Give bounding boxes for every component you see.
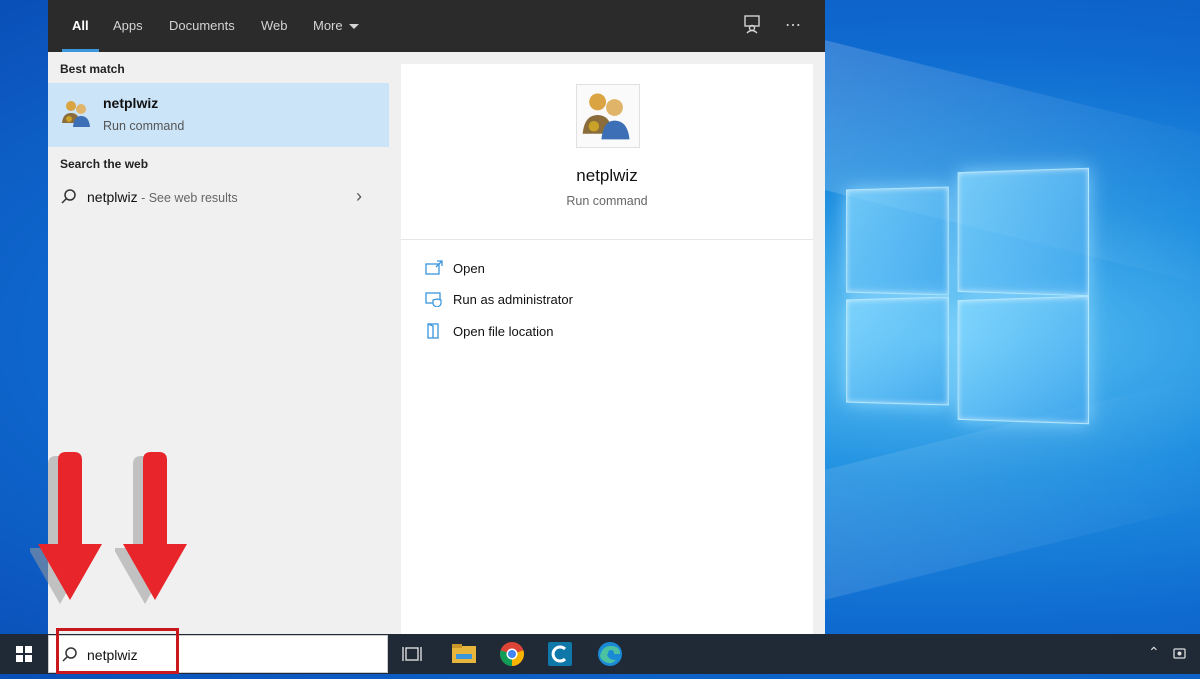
tab-more[interactable]: More bbox=[313, 0, 359, 52]
detail-title: netplwiz bbox=[401, 166, 813, 186]
app-icon[interactable] bbox=[546, 640, 574, 668]
best-match-header: Best match bbox=[60, 62, 125, 76]
tab-more-label: More bbox=[313, 18, 343, 33]
search-tabs-bar: All Apps Documents Web More ⋯ bbox=[48, 0, 825, 52]
logo-pane bbox=[958, 296, 1089, 425]
open-action-label: Open bbox=[453, 261, 485, 276]
results-list: Best match netplwiz Run command Search t… bbox=[48, 52, 389, 634]
task-view-icon[interactable] bbox=[398, 640, 426, 668]
detail-subtitle: Run command bbox=[401, 194, 813, 208]
tab-web[interactable]: Web bbox=[261, 0, 288, 52]
edge-icon[interactable] bbox=[596, 640, 624, 668]
windows-desktop-logo bbox=[842, 170, 1088, 420]
windows-start-icon bbox=[0, 634, 48, 674]
feedback-icon[interactable] bbox=[740, 14, 764, 38]
web-result-query: netplwiz bbox=[87, 189, 138, 205]
shield-window-icon bbox=[425, 291, 443, 307]
best-match-title: netplwiz bbox=[103, 95, 158, 111]
tab-documents[interactable]: Documents bbox=[169, 0, 235, 52]
search-web-header: Search the web bbox=[60, 157, 148, 171]
web-result-text: netplwiz - See web results bbox=[87, 189, 238, 205]
web-result-suffix: - See web results bbox=[138, 191, 238, 205]
search-icon bbox=[60, 188, 78, 206]
best-match-subtitle: Run command bbox=[103, 119, 184, 133]
open-window-icon bbox=[425, 260, 443, 276]
run-as-admin-label: Run as administrator bbox=[453, 292, 573, 307]
users-app-icon bbox=[60, 97, 92, 129]
web-result-item[interactable]: netplwiz - See web results › bbox=[48, 178, 389, 216]
open-file-location-label: Open file location bbox=[453, 324, 553, 339]
file-explorer-icon[interactable] bbox=[450, 640, 478, 668]
taskbar-search-input[interactable]: netplwiz bbox=[48, 635, 388, 673]
logo-pane bbox=[958, 168, 1089, 297]
search-query-value: netplwiz bbox=[87, 647, 138, 663]
tab-apps[interactable]: Apps bbox=[113, 0, 143, 52]
logo-pane bbox=[846, 186, 949, 295]
users-app-large-icon bbox=[576, 84, 640, 148]
meet-now-icon[interactable] bbox=[1172, 646, 1188, 662]
detail-pane: netplwiz Run command Open Run as adminis… bbox=[401, 64, 813, 634]
logo-pane bbox=[846, 296, 949, 405]
chevron-down-icon bbox=[349, 24, 359, 29]
detail-header: netplwiz Run command bbox=[401, 64, 813, 240]
file-location-icon bbox=[425, 323, 443, 339]
search-icon bbox=[61, 646, 79, 664]
taskbar: netplwiz ⌃ bbox=[0, 634, 1200, 674]
search-panel: All Apps Documents Web More ⋯ Best match… bbox=[48, 0, 825, 634]
tab-all[interactable]: All bbox=[72, 0, 89, 52]
chrome-icon[interactable] bbox=[498, 640, 526, 668]
best-match-item[interactable]: netplwiz Run command bbox=[48, 83, 389, 147]
chevron-right-icon[interactable]: › bbox=[356, 186, 362, 207]
start-button[interactable] bbox=[0, 634, 48, 674]
more-options-icon[interactable]: ⋯ bbox=[781, 14, 805, 38]
chevron-up-icon[interactable]: ⌃ bbox=[1148, 644, 1160, 661]
